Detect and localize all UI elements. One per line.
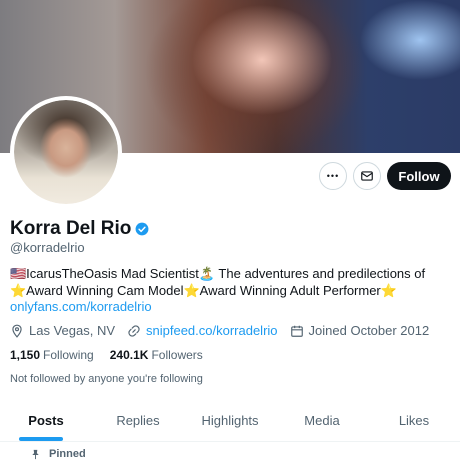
website-item: snipfeed.co/korradelrio — [127, 323, 278, 338]
tab-replies[interactable]: Replies — [92, 400, 184, 441]
website-link[interactable]: snipfeed.co/korradelrio — [146, 323, 278, 338]
name-row: Korra Del Rio — [10, 218, 149, 240]
active-tab-indicator — [19, 437, 63, 441]
joined-text: Joined October 2012 — [308, 323, 430, 338]
joined-item: Joined October 2012 — [290, 323, 430, 338]
follow-button[interactable]: Follow — [387, 162, 451, 190]
tab-likes[interactable]: Likes — [368, 400, 460, 441]
message-button[interactable] — [353, 162, 381, 190]
tab-highlights[interactable]: Highlights — [184, 400, 276, 441]
verified-badge-icon[interactable] — [135, 222, 149, 236]
pinned-label: Pinned — [30, 448, 86, 460]
followers-count: 240.1K — [109, 348, 149, 362]
avatar[interactable] — [10, 96, 122, 208]
profile-meta: Las Vegas, NV snipfeed.co/korradelrio Jo… — [10, 323, 441, 338]
pin-icon — [30, 449, 41, 460]
more-button[interactable]: ••• — [319, 162, 347, 190]
mail-icon — [361, 171, 373, 181]
followers-label: Followers — [151, 348, 203, 362]
calendar-icon — [290, 324, 304, 338]
location-item: Las Vegas, NV — [10, 323, 115, 338]
location-pin-icon — [10, 324, 24, 338]
bio-link[interactable]: onlyfans.com/korradelrio — [10, 299, 152, 314]
not-followed-text: Not followed by anyone you're following — [10, 373, 203, 385]
following-label: Following — [43, 348, 94, 362]
following-count: 1,150 — [10, 348, 41, 362]
location-text: Las Vegas, NV — [29, 323, 115, 338]
tab-media[interactable]: Media — [276, 400, 368, 441]
avatar-image — [14, 100, 118, 204]
follow-stats: 1,150 Following 240.1K Followers — [10, 348, 219, 362]
followers-stat[interactable]: 240.1K Followers — [110, 348, 203, 362]
profile-tabs: Posts Replies Highlights Media Likes — [0, 400, 460, 442]
pinned-text: Pinned — [49, 448, 86, 460]
profile-bio: 🇺🇸IcarusTheOasis Mad Scientist🏝️ The adv… — [10, 266, 426, 298]
profile-handle: @korradelrio — [10, 240, 85, 255]
display-name: Korra Del Rio — [10, 218, 132, 239]
tab-posts[interactable]: Posts — [0, 400, 92, 441]
link-icon — [127, 324, 141, 338]
more-icon: ••• — [326, 171, 340, 181]
following-stat[interactable]: 1,150 Following — [10, 348, 94, 362]
